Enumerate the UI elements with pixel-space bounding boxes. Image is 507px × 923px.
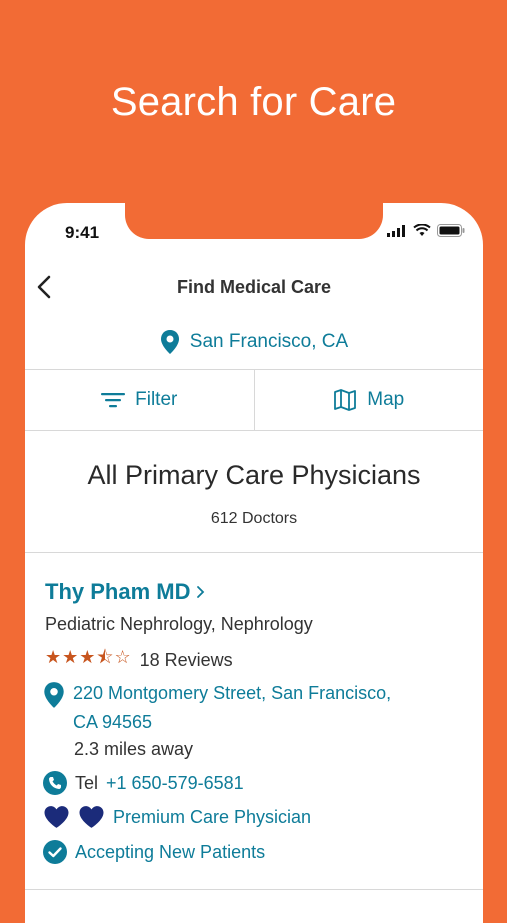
map-label: Map: [367, 389, 405, 410]
status-time: 9:41: [65, 223, 100, 242]
results-title: All Primary Care Physicians: [87, 460, 421, 490]
tel-label: Tel: [75, 772, 99, 793]
premium-badge[interactable]: Premium Care Physician: [43, 805, 311, 829]
results-header: All Primary Care Physicians 612 Doctors: [25, 430, 483, 553]
map-pin-icon: [44, 682, 64, 708]
filter-button[interactable]: Filter: [25, 370, 255, 430]
doctor-address[interactable]: 220 Montgomery Street, San Francisco, CA…: [43, 679, 391, 737]
location-selector[interactable]: San Francisco, CA: [25, 329, 483, 355]
checkmark-circle-icon: [43, 840, 67, 864]
status-icons: [387, 224, 465, 237]
address-line-2: CA 94565: [73, 712, 153, 732]
toolbar: Filter Map: [25, 369, 483, 431]
doctor-card[interactable]: Thy Pham MD Pediatric Nephrology, Nephro…: [25, 553, 483, 893]
doctor-rating: ★★★⯪☆ 18 Reviews: [45, 645, 233, 675]
map-icon: [334, 389, 357, 411]
phone-icon: [43, 771, 67, 795]
filter-icon: [101, 393, 126, 408]
doctor-specialty: Pediatric Nephrology, Nephrology: [45, 614, 313, 634]
nav-bar: Find Medical Care: [25, 265, 483, 309]
map-pin-icon: [160, 330, 179, 354]
results-count: 612 Doctors: [210, 510, 298, 527]
divider: [25, 889, 483, 890]
premium-label: Premium Care Physician: [113, 806, 312, 827]
filter-label: Filter: [135, 389, 178, 410]
heart-icon: [44, 806, 69, 828]
heart-icon: [79, 806, 104, 828]
battery-icon: [437, 224, 465, 237]
location-label: San Francisco, CA: [189, 331, 349, 352]
doctor-name: Thy Pham MD: [45, 579, 191, 604]
wifi-icon: [413, 224, 431, 236]
doctor-name-link[interactable]: Thy Pham MD: [45, 579, 206, 605]
address-text: 220 Montgomery Street, San Francisco, CA…: [73, 679, 391, 737]
phone-screen: 9:41 Find Medical Care San Francisco, CA…: [25, 203, 483, 923]
address-line-1: 220 Montgomery Street, San Francisco,: [73, 683, 392, 703]
signal-icon: [387, 224, 405, 237]
phone-row[interactable]: Tel +1 650-579-6581: [43, 771, 244, 795]
chevron-right-icon: [197, 586, 205, 598]
doctor-distance: 2.3 miles away: [74, 739, 194, 759]
accepting-label: Accepting New Patients: [75, 841, 266, 862]
page-title: Find Medical Care: [176, 277, 332, 297]
map-button[interactable]: Map: [255, 370, 484, 430]
phone-number-link[interactable]: +1 650-579-6581: [106, 773, 244, 794]
phone-notch: [125, 203, 383, 239]
promo-title: Search for Care: [110, 80, 397, 124]
reviews-link[interactable]: 18 Reviews: [140, 650, 233, 671]
accepting-patients: Accepting New Patients: [43, 840, 265, 864]
star-rating: ★★★⯪☆: [45, 647, 132, 667]
